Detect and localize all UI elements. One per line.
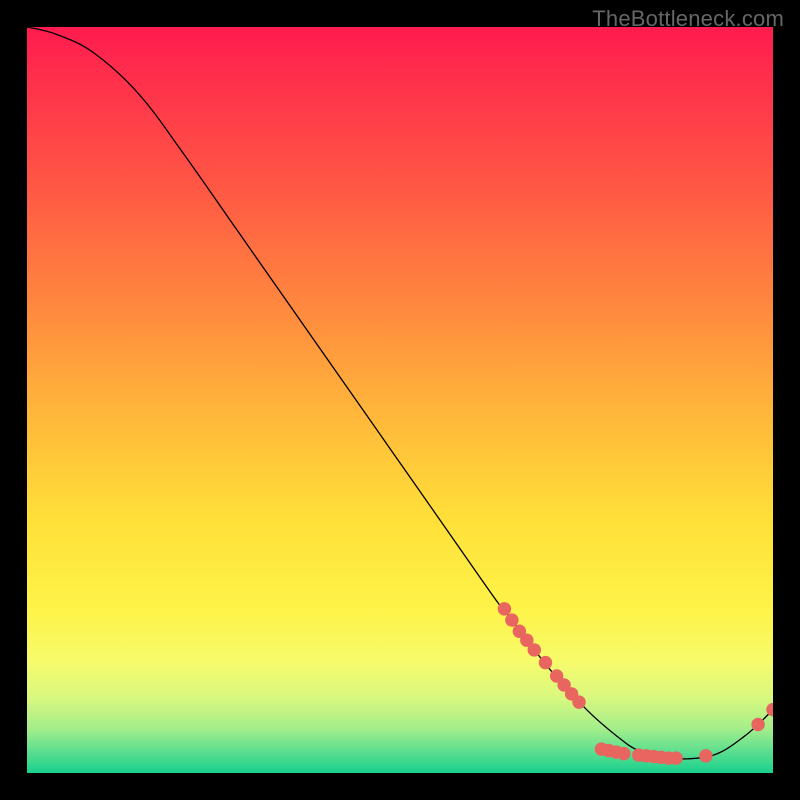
chart-marker (766, 703, 773, 716)
chart-marker (498, 602, 511, 615)
chart-marker (528, 643, 541, 656)
chart-marker (572, 695, 585, 708)
chart-marker (699, 749, 712, 762)
chart-marker (505, 613, 518, 626)
chart-marker (617, 747, 630, 760)
chart-marker (669, 751, 682, 764)
chart-curve (27, 27, 773, 759)
chart-markers (498, 602, 773, 765)
chart-marker (751, 718, 764, 731)
chart-svg (27, 27, 773, 773)
chart-plot-area (27, 27, 773, 773)
chart-marker (539, 656, 552, 669)
